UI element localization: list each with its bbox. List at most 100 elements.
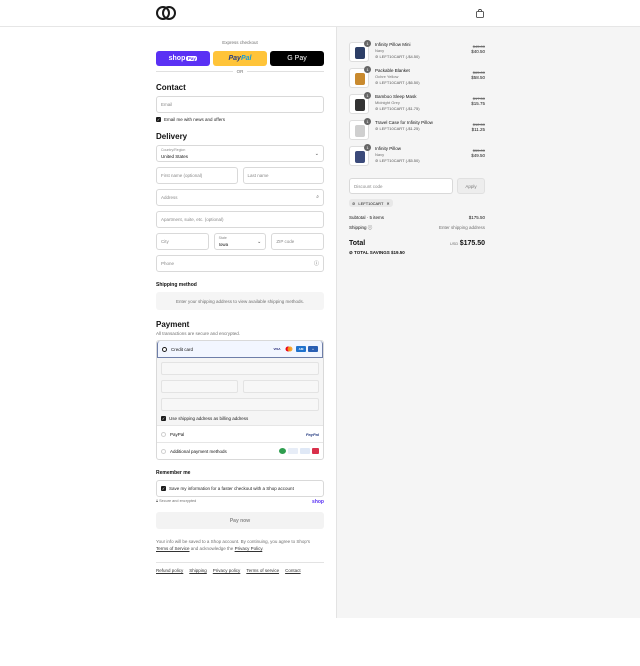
cart-item: 1 Travel Case for Infinity Pillow ⊘ LEFT…	[349, 118, 485, 146]
item-discount: ⊘ LEFT10CART (-$1.75)	[375, 106, 485, 111]
save-info-box[interactable]: ✓ Save my information for a faster check…	[156, 480, 324, 497]
total-amount: USD $175.50	[450, 240, 485, 247]
tag-icon: ⊘	[375, 106, 379, 111]
help-icon[interactable]: ⓘ	[314, 260, 319, 267]
save-info-checkbox[interactable]: ✓	[161, 486, 166, 491]
product-image	[355, 99, 365, 111]
phone-field[interactable]: Phone ⓘ	[156, 255, 324, 272]
privacy-link[interactable]: Privacy Policy	[235, 546, 263, 551]
item-discount: ⊘ LEFT10CART (-$6.50)	[375, 80, 485, 85]
mastercard-icon	[284, 346, 294, 352]
first-name-field[interactable]: First name (optional)	[156, 167, 238, 184]
shipping-row: Shipping ⓘ Enter shipping address	[349, 225, 485, 231]
additional-methods-option[interactable]: Additional payment methods	[157, 442, 323, 459]
secure-label: Secure and encrypted	[159, 499, 197, 503]
legal-part1: Your info will be saved to a Shop accoun…	[156, 539, 311, 544]
quantity-badge: 1	[364, 118, 371, 125]
item-info: Travel Case for Infinity Pillow ⊘ LEFT10…	[375, 120, 485, 131]
privacy-policy-link[interactable]: Privacy policy	[213, 568, 241, 573]
country-select[interactable]: Country/Region United States ⌄	[156, 145, 324, 162]
visa-icon: VISA	[273, 347, 281, 351]
google-pay-button[interactable]: G Pay	[270, 51, 324, 66]
card-exp-row	[161, 380, 319, 393]
applied-code-tag: ⊘ LEFT10CART ✕	[349, 199, 393, 207]
item-price: $45.00 $40.50	[471, 44, 485, 54]
billing-checkbox-row[interactable]: ✓ Use shipping address as billing addres…	[161, 416, 319, 421]
country-label: Country/Region	[161, 148, 186, 152]
news-label: Email me with news and offers	[164, 117, 225, 122]
pay-now-button[interactable]: Pay now	[156, 512, 324, 529]
state-select[interactable]: State Iowa ⌄	[213, 233, 267, 250]
item-new-price: $40.50	[471, 49, 485, 54]
paypal-pay-text: Pay	[228, 55, 241, 62]
terms-of-service-link[interactable]: Terms of service	[246, 568, 279, 573]
paypal-option[interactable]: PayPal PayPal	[157, 425, 323, 442]
city-field[interactable]: City	[156, 233, 209, 250]
news-checkbox-row[interactable]: ✓ Email me with news and offers	[156, 117, 324, 122]
item-name: Packable Blanket	[375, 68, 410, 73]
discount-code-input[interactable]: Discount code	[349, 178, 453, 194]
cvv-field[interactable]	[242, 380, 319, 393]
paypal-radio[interactable]	[161, 431, 166, 437]
total-label: Total	[349, 240, 366, 247]
help-icon[interactable]: ⓘ	[368, 225, 373, 230]
product-image	[355, 151, 365, 163]
item-variant: Navy	[375, 152, 385, 157]
applied-code-text: LEFT10CART	[358, 200, 384, 206]
item-info: Infinity Pillow Mini Navy ⊘ LEFT10CART (…	[375, 42, 485, 59]
credit-card-radio[interactable]	[162, 346, 167, 352]
expiry-field[interactable]	[161, 380, 238, 393]
subtotal-value: $175.50	[468, 215, 485, 220]
credit-card-option[interactable]: Credit card VISA AM +	[157, 341, 323, 358]
item-name: Infinity Pillow Mini	[375, 42, 411, 47]
legal-end: .	[262, 546, 264, 551]
item-new-price: $11.25	[471, 127, 485, 132]
item-info: Bamboo Sleep Mask Midnight Grey ⊘ LEFT10…	[375, 94, 485, 111]
zip-field[interactable]: ZIP code	[271, 233, 325, 250]
address-field[interactable]: Address ⌕	[156, 189, 324, 206]
save-info-row[interactable]: ✓ Save my information for a faster check…	[161, 486, 294, 491]
state-label: State	[218, 236, 227, 240]
bag-icon[interactable]	[476, 9, 484, 18]
paypal-logo: PayPal	[305, 431, 319, 437]
last-name-field[interactable]: Last name	[242, 167, 324, 184]
item-name: Bamboo Sleep Mask	[375, 94, 417, 99]
apply-button[interactable]: Apply	[457, 178, 485, 194]
paypal-express-button[interactable]: Pay Pal	[213, 51, 267, 66]
refund-policy-link[interactable]: Refund policy	[156, 568, 183, 573]
additional-radio[interactable]	[161, 448, 166, 454]
secure-row: 🔒︎ Secure and encrypted shop	[156, 499, 324, 505]
tag-icon: ⊘	[375, 126, 379, 131]
chevron-down-icon: ⌄	[257, 239, 262, 245]
country-value: United States	[161, 154, 189, 159]
loop-logo-icon[interactable]	[156, 6, 176, 20]
terms-link[interactable]: Terms of Service	[156, 546, 190, 551]
card-number-field[interactable]	[161, 362, 319, 375]
item-price: $12.50 $11.25	[472, 122, 485, 132]
payment-subtitle: All transactions are secure and encrypte…	[156, 331, 241, 336]
cart-item: 1 Infinity Pillow Navy ⊘ LEFT10CART (-$5…	[349, 144, 485, 172]
item-discount-text: LEFT10CART (-$6.50)	[379, 80, 420, 85]
search-icon: ⌕	[316, 194, 319, 200]
order-summary: 1 Infinity Pillow Mini Navy ⊘ LEFT10CART…	[349, 40, 485, 256]
billing-checkbox[interactable]: ✓	[161, 416, 166, 421]
card-logos: VISA AM +	[272, 346, 318, 352]
product-thumbnail: 1	[349, 40, 371, 62]
item-new-price: $58.50	[471, 75, 485, 80]
card-name-field[interactable]	[161, 398, 319, 411]
item-discount-text: LEFT10CART (-$5.50)	[379, 158, 420, 163]
contact-link[interactable]: Contact	[285, 568, 301, 573]
news-checkbox[interactable]: ✓	[156, 117, 161, 122]
name-row: First name (optional) Last name	[156, 167, 324, 184]
method-logo-icon	[300, 448, 310, 454]
email-field[interactable]: Email	[156, 96, 324, 113]
cart-item: 1 Bamboo Sleep Mask Midnight Grey ⊘ LEFT…	[349, 92, 485, 120]
shipping-link[interactable]: Shipping	[189, 568, 207, 573]
shop-pay-button[interactable]: shop Pay	[156, 51, 210, 66]
contact-heading: Contact	[156, 83, 186, 92]
remove-code-icon[interactable]: ✕	[386, 201, 389, 206]
apartment-field[interactable]: Apartment, suite, etc. (optional)	[156, 211, 324, 228]
tag-icon: ⊘	[375, 80, 379, 85]
quantity-badge: 1	[364, 66, 371, 73]
item-discount-text: LEFT10CART (-$1.75)	[379, 106, 420, 111]
